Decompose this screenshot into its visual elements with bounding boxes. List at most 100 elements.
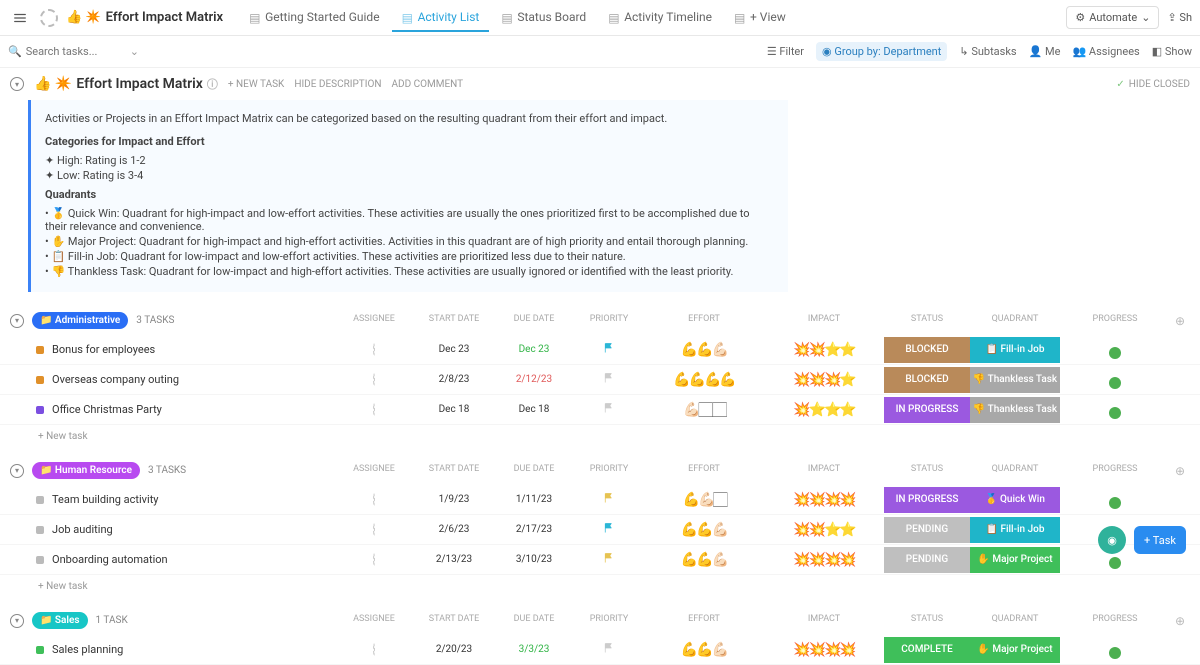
priority-flag[interactable]	[574, 642, 644, 657]
add-column[interactable]: ⊕	[1170, 614, 1190, 628]
quadrant-pill[interactable]: 🥇 Quick Win	[970, 487, 1060, 513]
effort-rating[interactable]: 💪💪💪🏻	[644, 342, 764, 358]
info-icon[interactable]: ⓘ	[207, 76, 218, 92]
priority-flag[interactable]	[574, 342, 644, 357]
group-pill[interactable]: 📁 Human Resource	[32, 462, 140, 479]
impact-rating[interactable]: 💥⭐⭐⭐	[764, 402, 884, 418]
quadrant-pill[interactable]: 👎 Thankless Task	[970, 397, 1060, 423]
status-dot	[36, 496, 44, 504]
status-pill[interactable]: BLOCKED	[884, 367, 970, 393]
assignee-avatar[interactable]	[373, 343, 375, 356]
page-title: 👍 ✴️ Effort Impact Matrix	[40, 9, 223, 27]
tab--view[interactable]: ▤+ View	[724, 4, 796, 32]
show-button[interactable]: ◧ Show	[1152, 45, 1192, 58]
new-task-link[interactable]: + NEW TASK	[228, 79, 284, 90]
task-name[interactable]: Sales planning	[52, 643, 123, 656]
quadrant-pill[interactable]: ✋ Major Project	[970, 637, 1060, 663]
task-name[interactable]: Bonus for employees	[52, 343, 155, 356]
robot-icon: ⚙	[1075, 11, 1085, 24]
status-pill[interactable]: BLOCKED	[884, 337, 970, 363]
search-input[interactable]	[26, 45, 126, 58]
subtasks-button[interactable]: ↳ Subtasks	[959, 45, 1016, 58]
col-quadrant: QUADRANT	[970, 314, 1060, 328]
task-row[interactable]: Onboarding automation2/13/233/10/23💪💪💪🏻💥…	[0, 545, 1200, 575]
add-comment[interactable]: ADD COMMENT	[391, 79, 463, 90]
group-pill[interactable]: 📁 Sales	[32, 612, 88, 629]
status-pill[interactable]: IN PROGRESS	[884, 397, 970, 423]
tab-getting-started-guide[interactable]: ▤Getting Started Guide	[239, 4, 389, 32]
quadrant-pill[interactable]: 👎 Thankless Task	[970, 367, 1060, 393]
impact-rating[interactable]: 💥💥⭐⭐	[764, 342, 884, 358]
hide-description[interactable]: HIDE DESCRIPTION	[294, 79, 381, 90]
status-pill[interactable]: IN PROGRESS	[884, 487, 970, 513]
filter-button[interactable]: ☰ Filter	[767, 45, 804, 58]
add-column[interactable]: ⊕	[1170, 464, 1190, 478]
col-priority: PRIORITY	[574, 464, 644, 478]
add-column[interactable]: ⊕	[1170, 314, 1190, 328]
effort-rating[interactable]: 💪💪💪🏻	[644, 642, 764, 658]
impact-rating[interactable]: 💥💥💥💥	[764, 492, 884, 508]
assignee-avatar[interactable]	[373, 553, 375, 566]
automate-button[interactable]: ⚙ Automate ⌄	[1066, 6, 1159, 29]
col-effort: EFFORT	[644, 314, 764, 328]
task-name[interactable]: Office Christmas Party	[52, 403, 162, 416]
priority-flag[interactable]	[574, 402, 644, 417]
assignee-avatar[interactable]	[373, 493, 375, 506]
effort-rating[interactable]: 💪💪💪💪	[644, 372, 764, 388]
effort-rating[interactable]: 💪🏻🏻🏻	[644, 402, 764, 418]
task-row[interactable]: Sales planning2/20/233/3/23💪💪💪🏻💥💥💥💥COMPL…	[0, 635, 1200, 665]
share-button[interactable]: ⇪ Sh	[1167, 11, 1192, 24]
status-pill[interactable]: PENDING	[884, 547, 970, 573]
assignee-avatar[interactable]	[373, 373, 375, 386]
hide-closed[interactable]: ✓ HIDE CLOSED	[1116, 79, 1190, 90]
effort-rating[interactable]: 💪💪💪🏻	[644, 552, 764, 568]
task-name[interactable]: Job auditing	[52, 523, 113, 536]
tab-status-board[interactable]: ▤Status Board	[491, 4, 596, 32]
impact-rating[interactable]: 💥💥💥💥	[764, 552, 884, 568]
group-toggle[interactable]: ▾	[10, 314, 24, 328]
group-toggle[interactable]: ▾	[10, 464, 24, 478]
priority-flag[interactable]	[574, 372, 644, 387]
record-button[interactable]: ◉	[1098, 526, 1126, 554]
status-pill[interactable]: COMPLETE	[884, 637, 970, 663]
effort-rating[interactable]: 💪💪💪🏻	[644, 522, 764, 538]
col-effort: EFFORT	[644, 464, 764, 478]
task-name[interactable]: Team building activity	[52, 493, 159, 506]
assignee-avatar[interactable]	[373, 403, 375, 416]
group-toggle[interactable]: ▾	[10, 614, 24, 628]
quadrant-pill[interactable]: 📋 Fill-in Job	[970, 517, 1060, 543]
me-button[interactable]: 👤 Me	[1029, 45, 1061, 58]
task-row[interactable]: Team building activity1/9/231/11/23💪💪🏻🏻💥…	[0, 485, 1200, 515]
task-row[interactable]: Office Christmas PartyDec 18Dec 18💪🏻🏻🏻💥⭐…	[0, 395, 1200, 425]
impact-rating[interactable]: 💥💥💥💥	[764, 642, 884, 658]
priority-flag[interactable]	[574, 492, 644, 507]
quadrant-pill[interactable]: ✋ Major Project	[970, 547, 1060, 573]
status-pill[interactable]: PENDING	[884, 517, 970, 543]
assignee-avatar[interactable]	[373, 643, 375, 656]
priority-flag[interactable]	[574, 522, 644, 537]
task-row[interactable]: Bonus for employeesDec 23Dec 23💪💪💪🏻💥💥⭐⭐B…	[0, 335, 1200, 365]
search-box[interactable]: 🔍 ⌄	[8, 45, 148, 58]
priority-flag[interactable]	[574, 552, 644, 567]
menu-toggle[interactable]	[8, 6, 32, 30]
new-task-row[interactable]: + New task	[0, 425, 1200, 448]
new-task-row[interactable]: + New task	[0, 575, 1200, 598]
create-task-button[interactable]: + Task	[1134, 526, 1186, 554]
tab-activity-list[interactable]: ▤Activity List	[392, 4, 490, 32]
quadrant-pill[interactable]: 📋 Fill-in Job	[970, 337, 1060, 363]
impact-rating[interactable]: 💥💥⭐⭐	[764, 522, 884, 538]
collapse-toggle[interactable]: ▾	[10, 77, 24, 91]
task-name[interactable]: Overseas company outing	[52, 373, 179, 386]
chevron-down-icon[interactable]: ⌄	[130, 45, 139, 58]
task-row[interactable]: Job auditing2/6/232/17/23💪💪💪🏻💥💥⭐⭐PENDING…	[0, 515, 1200, 545]
task-row[interactable]: Overseas company outing2/8/232/12/23💪💪💪💪…	[0, 365, 1200, 395]
group-pill[interactable]: 📁 Administrative	[32, 312, 128, 329]
task-name[interactable]: Onboarding automation	[52, 553, 168, 566]
effort-rating[interactable]: 💪💪🏻🏻	[644, 492, 764, 508]
impact-rating[interactable]: 💥💥💥⭐	[764, 372, 884, 388]
group-by-chip[interactable]: ◉ Group by: Department	[816, 42, 947, 61]
search-icon: 🔍	[8, 45, 22, 58]
assignee-avatar[interactable]	[373, 523, 375, 536]
assignees-button[interactable]: 👥 Assignees	[1072, 45, 1139, 58]
tab-activity-timeline[interactable]: ▤Activity Timeline	[598, 4, 722, 32]
